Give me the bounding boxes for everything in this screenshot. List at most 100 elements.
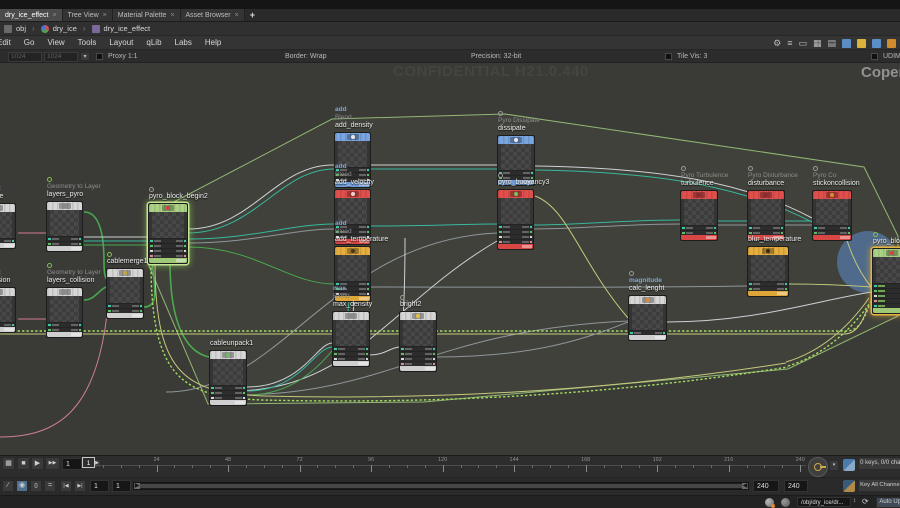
playback-end-field[interactable]: 240	[753, 480, 779, 492]
graph-node-bright2[interactable]: bright2	[399, 311, 437, 372]
tab-asset-browser[interactable]: Asset Browser ×	[181, 9, 245, 21]
graph-node-cableunpack1[interactable]: cableunpack1	[209, 350, 247, 406]
node-body[interactable]	[334, 246, 371, 302]
node-body[interactable]	[399, 311, 437, 372]
playhead-marker[interactable]: 1	[82, 457, 95, 468]
ruler-minor-tick	[639, 465, 640, 468]
keyframe-photo-icon[interactable]	[843, 480, 855, 492]
channel-editor-icon[interactable]	[843, 459, 855, 471]
node-body[interactable]	[46, 201, 83, 252]
node-body[interactable]	[812, 190, 852, 241]
node-body[interactable]	[209, 350, 247, 406]
network-editor-canvas[interactable]: CONFIDENTIAL H21.0.440 Copernicus rtcert…	[0, 0, 900, 506]
node-body[interactable]	[680, 190, 718, 241]
graph-node-stickoncollision[interactable]: Pyro Costickoncollision	[812, 190, 852, 241]
menu-go[interactable]: Go	[24, 38, 35, 47]
node-body[interactable]	[332, 311, 370, 367]
graph-node-pyro_block_begin2[interactable]: pyro_block_begin2	[148, 203, 188, 264]
keys-count-button[interactable]: 0 keys, 0/0 chan	[858, 457, 900, 470]
realtime-toggle-icon[interactable]: ◉	[16, 480, 28, 492]
menu-layout[interactable]: Layout	[109, 38, 133, 47]
udim-checkbox[interactable]	[871, 53, 878, 60]
menu-help[interactable]: Help	[205, 38, 221, 47]
range-handle-left[interactable]: ▶	[134, 483, 140, 489]
close-icon[interactable]: ×	[170, 12, 174, 19]
range-end-field[interactable]: 240	[784, 480, 808, 492]
graph-node-cablemerge1[interactable]: cablemerge1	[106, 268, 144, 319]
node-body[interactable]	[747, 246, 789, 297]
range-start-field[interactable]: 1	[90, 480, 109, 492]
tab-dry-ice-effect[interactable]: dry_ice_effect ×	[0, 9, 63, 21]
orange-panel-icon[interactable]	[887, 39, 896, 48]
node-body[interactable]	[747, 190, 785, 241]
node-body[interactable]	[334, 132, 371, 188]
new-tab-button[interactable]: +	[245, 9, 260, 21]
node-body[interactable]	[497, 189, 534, 250]
playback-range-slider[interactable]: ▶ ◀	[133, 482, 749, 490]
step-options-icon[interactable]: =	[44, 480, 56, 492]
yellow-panel-icon[interactable]	[857, 39, 866, 48]
blue-panel-icon[interactable]	[842, 39, 851, 48]
breadcrumb-dry-ice-effect[interactable]: dry_ice_effect	[104, 24, 151, 33]
graph-node-layers_collision[interactable]: Geometry to Layerlayers_collision	[46, 287, 83, 338]
graph-node-layers_pyro[interactable]: Geometry to Layerlayers_pyro	[46, 201, 83, 252]
graph-node-max_density[interactable]: maxBlendmax_density	[332, 311, 370, 367]
tab-material-palette[interactable]: Material Palette ×	[113, 9, 181, 21]
node-body[interactable]	[106, 268, 144, 319]
graph-node-ision[interactable]: rtision	[0, 287, 16, 333]
menu-edit[interactable]: Edit	[0, 38, 11, 47]
refresh-icon[interactable]: ⟳	[862, 497, 869, 506]
key-options-button[interactable]	[808, 457, 828, 477]
keyframe-options-icon[interactable]: {}	[30, 480, 42, 492]
graph-node-blur_temperature[interactable]: blur_temperature	[747, 246, 789, 297]
close-icon[interactable]: ×	[103, 12, 107, 19]
goto-end-button[interactable]: ▶|	[74, 480, 86, 492]
graph-node-pyro_buoyancy3[interactable]: pyro_buoyancy3	[497, 189, 534, 250]
close-icon[interactable]: ×	[235, 12, 239, 19]
graph-node-add_velocity[interactable]: addBlendadd_velocity	[334, 189, 371, 245]
range-handle-right[interactable]: ◀	[742, 483, 748, 489]
list-bars-icon[interactable]: ≡	[787, 37, 792, 49]
tab-tree-view[interactable]: Tree View ×	[63, 9, 113, 21]
breadcrumb-obj[interactable]: obj	[16, 24, 26, 33]
node-body[interactable]	[334, 189, 371, 245]
graph-node-add_temperature[interactable]: addBlendadd_temperature	[334, 246, 371, 302]
path-spinner-icon[interactable]: ↕	[853, 498, 856, 504]
graph-node-dissipate[interactable]: Pyro Dissipatedissipate	[497, 135, 535, 186]
graph-node-disturbance[interactable]: Pyro Disturbancedisturbance	[747, 190, 785, 241]
timeline-ruler[interactable]: 244872961201441681922162401	[0, 456, 810, 476]
resolution-height-field[interactable]: 1024	[44, 52, 78, 62]
menu-view[interactable]: View	[47, 38, 64, 47]
key-all-channels-button[interactable]: Key All Channels	[858, 479, 900, 492]
resolution-width-field[interactable]: 1024	[8, 52, 42, 62]
goto-start-button[interactable]: |◀	[60, 480, 72, 492]
tools-gear-icon[interactable]: ⚙	[773, 37, 781, 49]
node-body[interactable]	[46, 287, 83, 338]
menu-tools[interactable]: Tools	[78, 38, 97, 47]
node-body[interactable]	[628, 295, 667, 341]
grid-view-icon[interactable]: ▦	[813, 37, 822, 49]
graph-node-pyro_block_end2[interactable]: pyro_block_end2	[872, 248, 900, 314]
node-body[interactable]	[148, 203, 188, 264]
proxy-checkbox[interactable]	[96, 53, 103, 60]
node-body[interactable]	[0, 203, 16, 249]
close-icon[interactable]: ×	[52, 12, 56, 19]
node-body[interactable]	[0, 287, 16, 333]
graph-node-calc_lenght[interactable]: magnitudecalc_lenght	[628, 295, 667, 341]
breadcrumb-dry-ice[interactable]: dry_ice	[53, 24, 77, 33]
menu-labs[interactable]: Labs	[175, 38, 192, 47]
playback-start-field[interactable]: 1	[112, 480, 131, 492]
node-body[interactable]	[872, 248, 900, 314]
key-options-dropdown[interactable]: ▾	[829, 460, 839, 471]
split-view-icon[interactable]: ▤	[827, 37, 836, 49]
monitor-icon[interactable]: ▭	[798, 37, 807, 49]
graph-node-turbulence[interactable]: Pyro Turbulenceturbulence	[680, 190, 718, 241]
menu-qlib[interactable]: qLib	[146, 38, 161, 47]
graph-node-ce[interactable]: rtce	[0, 203, 16, 249]
blue-panel-2-icon[interactable]	[872, 39, 881, 48]
node-body[interactable]	[497, 135, 535, 186]
slope-icon[interactable]: ∕	[2, 480, 14, 492]
resolution-dropdown[interactable]: ▾	[80, 52, 90, 61]
graph-node-add_density[interactable]: addBlendadd_density	[334, 132, 371, 188]
tile-vis-checkbox[interactable]	[665, 53, 672, 60]
